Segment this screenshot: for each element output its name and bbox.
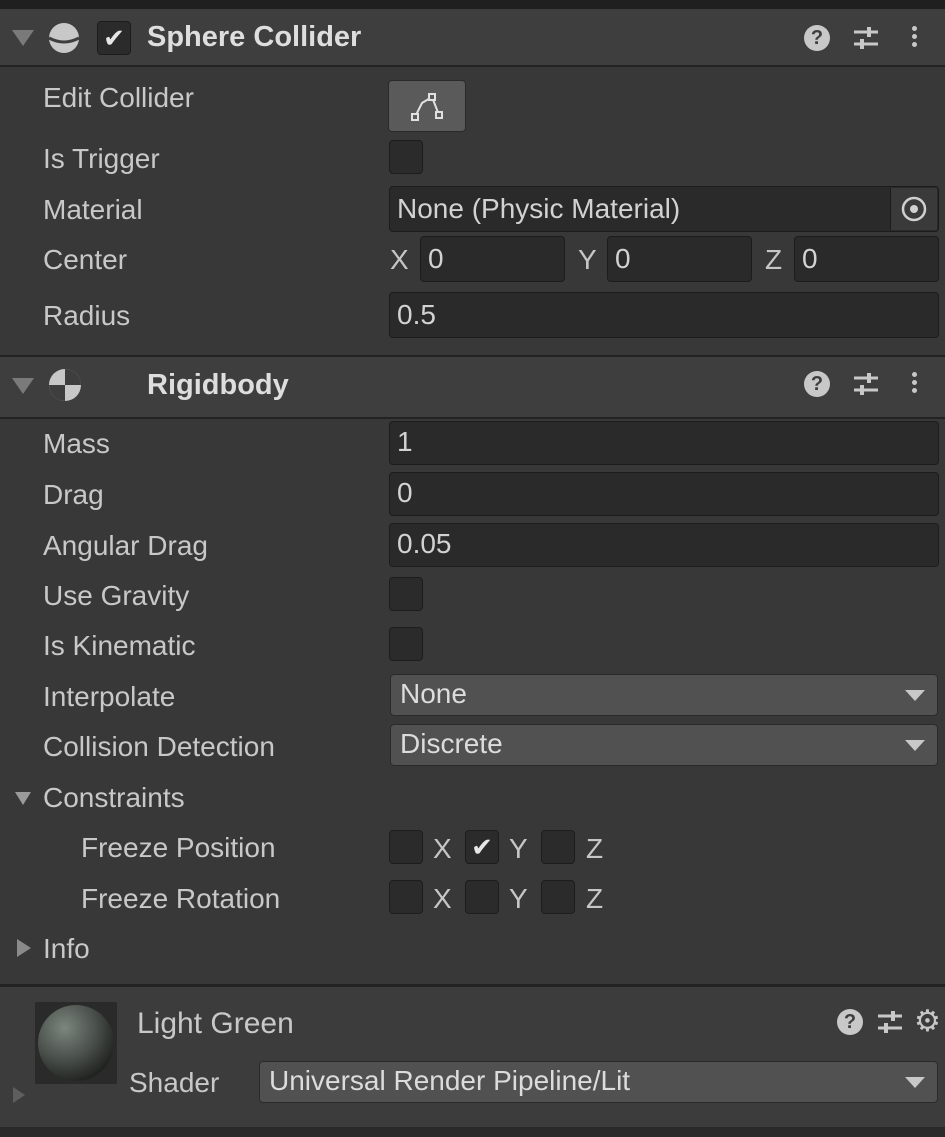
object-picker-button[interactable] (890, 188, 937, 230)
foldout-expanded-icon[interactable] (12, 30, 34, 46)
interpolate-label: Interpolate (43, 681, 176, 712)
info-label[interactable]: Info (43, 933, 90, 965)
freeze-position-z-checkbox[interactable] (541, 830, 575, 864)
material-foldout-icon[interactable] (13, 1087, 25, 1103)
chevron-down-icon (905, 740, 925, 751)
collision-detection-label: Collision Detection (43, 731, 275, 762)
drag-field[interactable]: 0 (389, 472, 939, 516)
is-kinematic-checkbox[interactable] (389, 627, 423, 661)
chevron-down-icon (905, 1077, 925, 1088)
freeze-position-z-label: Z (586, 833, 604, 864)
help-icon[interactable]: ? (804, 371, 830, 397)
material-preview-frame (35, 1002, 117, 1084)
angular-drag-field[interactable]: 0.05 (389, 523, 939, 567)
freeze-rotation-z-checkbox[interactable] (541, 880, 575, 914)
freeze-position-y-checkbox[interactable]: ✔ (465, 830, 499, 864)
sphere-collider-enabled-checkbox[interactable]: ✔ (97, 21, 131, 55)
sphere-collider-icon (48, 23, 80, 53)
freeze-rotation-x-label: X (433, 883, 452, 914)
is-trigger-label: Is Trigger (43, 143, 160, 174)
help-icon[interactable]: ? (837, 1009, 863, 1035)
interpolate-value: None (400, 678, 467, 709)
use-gravity-label: Use Gravity (43, 580, 190, 611)
kebab-menu-icon[interactable] (912, 23, 917, 50)
checkmark-icon: ✔ (471, 832, 493, 862)
gear-icon[interactable]: ⚙ (914, 1004, 941, 1039)
freeze-rotation-y-label: Y (509, 883, 528, 914)
freeze-rotation-x-checkbox[interactable] (389, 880, 423, 914)
checkmark-icon: ✔ (103, 23, 125, 53)
object-picker-icon (901, 196, 927, 222)
center-z-label: Z (765, 244, 783, 275)
rigidbody-header[interactable] (0, 355, 945, 419)
inspector-top-border (0, 0, 945, 9)
edit-collider-icon (411, 93, 443, 121)
center-x-field[interactable]: 0 (420, 236, 565, 282)
presets-icon[interactable] (852, 24, 880, 52)
edit-collider-label: Edit Collider (43, 82, 194, 113)
kebab-menu-icon[interactable] (912, 369, 917, 396)
help-icon[interactable]: ? (804, 25, 830, 51)
freeze-rotation-z-label: Z (586, 883, 604, 914)
freeze-position-y-label: Y (509, 833, 528, 864)
material-preview-sphere-icon (38, 1005, 114, 1081)
radius-label: Radius (43, 300, 131, 331)
collision-detection-dropdown[interactable]: Discrete (390, 724, 938, 766)
freeze-position-x-checkbox[interactable] (389, 830, 423, 864)
material-asset-name: Light Green (137, 1007, 294, 1040)
angular-drag-label: Angular Drag (43, 530, 208, 561)
mass-field[interactable]: 1 (389, 421, 939, 465)
shader-value: Universal Render Pipeline/Lit (269, 1065, 631, 1096)
sphere-collider-title: Sphere Collider (147, 21, 362, 53)
drag-label: Drag (43, 479, 104, 510)
center-y-label: Y (578, 244, 597, 275)
is-trigger-checkbox[interactable] (389, 140, 423, 174)
chevron-down-icon (905, 690, 925, 701)
freeze-position-label: Freeze Position (81, 832, 276, 863)
rigidbody-icon (49, 369, 81, 401)
foldout-expanded-icon[interactable] (12, 378, 34, 394)
material-object-field[interactable]: None (Physic Material) (389, 186, 939, 232)
center-x-label: X (390, 244, 409, 275)
material-label: Material (43, 194, 143, 225)
radius-field[interactable]: 0.5 (389, 292, 939, 338)
is-kinematic-label: Is Kinematic (43, 630, 196, 661)
shader-dropdown[interactable]: Universal Render Pipeline/Lit (259, 1061, 938, 1103)
presets-icon[interactable] (876, 1008, 904, 1036)
edit-collider-button[interactable] (388, 80, 466, 132)
interpolate-dropdown[interactable]: None (390, 674, 938, 716)
center-y-field[interactable]: 0 (607, 236, 752, 282)
center-label: Center (43, 244, 128, 275)
freeze-rotation-label: Freeze Rotation (81, 883, 281, 914)
center-z-field[interactable]: 0 (794, 236, 939, 282)
freeze-position-x-label: X (433, 833, 452, 864)
material-field-value: None (Physic Material) (397, 193, 681, 224)
info-foldout-icon[interactable] (17, 939, 31, 957)
presets-icon[interactable] (852, 370, 880, 398)
use-gravity-checkbox[interactable] (389, 577, 423, 611)
freeze-rotation-y-checkbox[interactable] (465, 880, 499, 914)
constraints-foldout-icon[interactable] (15, 792, 31, 805)
collision-detection-value: Discrete (400, 728, 503, 759)
mass-label: Mass (43, 428, 110, 459)
rigidbody-title: Rigidbody (147, 369, 289, 401)
constraints-label[interactable]: Constraints (43, 782, 185, 814)
shader-label: Shader (129, 1067, 220, 1098)
bottom-border (0, 1127, 945, 1137)
